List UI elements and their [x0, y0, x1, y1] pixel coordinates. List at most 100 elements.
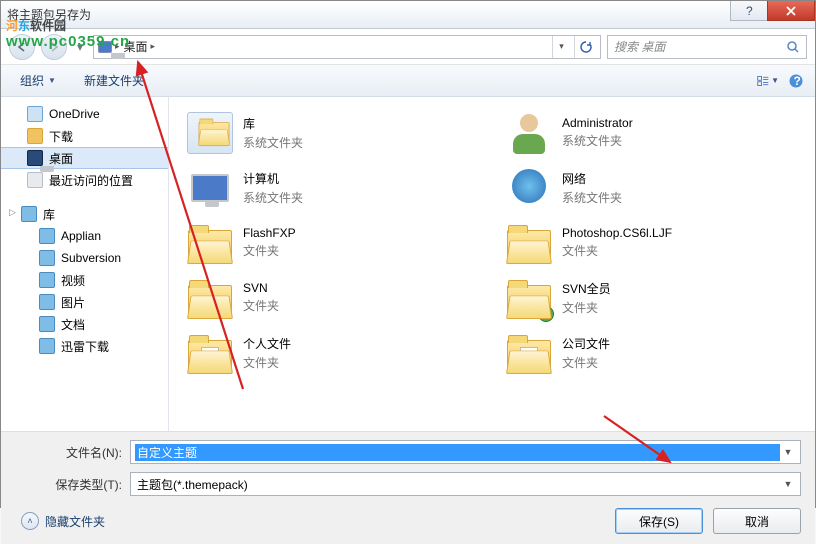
tree-desktop[interactable]: 桌面	[1, 147, 168, 169]
library-icon	[39, 228, 55, 244]
tree-pictures[interactable]: 图片	[1, 291, 168, 313]
desktop-icon	[27, 150, 43, 166]
library-icon	[39, 316, 55, 332]
tree-videos[interactable]: 视频	[1, 269, 168, 291]
filetype-select[interactable]: 主题包(*.themepack) ▼	[130, 472, 801, 496]
item-type: 系统文件夹	[243, 134, 303, 151]
window-buttons: ?	[731, 1, 815, 21]
folder-icon	[187, 277, 233, 319]
save-button[interactable]: 保存(S)	[615, 508, 703, 534]
tree-libraries[interactable]: 库	[1, 203, 168, 225]
item-name: 公司文件	[562, 335, 610, 352]
list-item[interactable]: SVN 文件夹	[183, 270, 482, 325]
tree-downloads[interactable]: 下载	[1, 125, 168, 147]
cancel-button[interactable]: 取消	[713, 508, 801, 534]
svg-text:?: ?	[746, 5, 753, 17]
item-name: 个人文件	[243, 335, 291, 352]
item-type: 系统文件夹	[562, 132, 633, 149]
address-root[interactable]: ▸	[98, 41, 120, 53]
folder-icon	[187, 332, 233, 374]
folder-icon	[187, 222, 233, 264]
item-name: FlashFXP	[243, 226, 296, 240]
list-item[interactable]: FlashFXP文件夹	[183, 215, 482, 270]
organize-button[interactable]: 组织▼	[9, 67, 67, 94]
recent-icon	[27, 172, 43, 188]
help-icon[interactable]: ?	[785, 70, 807, 92]
titlebar: 将主题包另存为 ?	[1, 1, 815, 29]
list-item[interactable]: 库系统文件夹	[183, 105, 482, 160]
chevron-up-icon: ˄	[21, 512, 39, 530]
user-icon	[506, 112, 552, 154]
cloud-icon	[27, 106, 43, 122]
list-item[interactable]: 网络系统文件夹	[502, 160, 801, 215]
toolbar: 组织▼ 新建文件夹 ▼ ?	[1, 65, 815, 97]
item-type: 文件夹	[243, 354, 291, 371]
view-mode-button[interactable]: ▼	[757, 70, 779, 92]
close-button[interactable]	[767, 1, 815, 21]
address-segment[interactable]: 桌面▸	[124, 38, 156, 55]
list-item[interactable]: 计算机系统文件夹	[183, 160, 482, 215]
tree-subversion[interactable]: Subversion	[1, 247, 168, 269]
library-icon	[187, 112, 233, 154]
tree-onedrive[interactable]: OneDrive	[1, 103, 168, 125]
new-folder-button[interactable]: 新建文件夹	[73, 67, 155, 94]
list-item[interactable]: 公司文件文件夹	[502, 325, 801, 380]
network-icon	[506, 167, 552, 209]
tree-xunlei[interactable]: 迅雷下载	[1, 335, 168, 357]
filename-input[interactable]: 自定义主题 ▼	[130, 440, 801, 464]
item-name: 网络	[562, 170, 622, 187]
item-type: 文件夹	[562, 299, 611, 316]
filetype-dropdown[interactable]: ▼	[780, 479, 796, 489]
library-icon	[39, 250, 55, 266]
file-list[interactable]: 库系统文件夹Administrator系统文件夹计算机系统文件夹网络系统文件夹F…	[169, 97, 815, 431]
library-icon	[39, 294, 55, 310]
list-item[interactable]: 个人文件文件夹	[183, 325, 482, 380]
filetype-value: 主题包(*.themepack)	[135, 476, 780, 493]
item-name: SVN	[243, 281, 279, 295]
item-name: 库	[243, 115, 303, 132]
svg-text:?: ?	[794, 74, 801, 88]
nav-tree[interactable]: OneDrive 下载 桌面 最近访问的位置 库 Applian Subvers…	[1, 97, 169, 431]
item-name: Administrator	[562, 116, 633, 130]
filetype-label: 保存类型(T):	[15, 476, 130, 493]
folder-icon	[506, 277, 552, 319]
tree-recent[interactable]: 最近访问的位置	[1, 169, 168, 191]
address-bar[interactable]: ▸ 桌面▸ ▾	[93, 35, 601, 59]
tree-documents[interactable]: 文档	[1, 313, 168, 335]
item-name: 计算机	[243, 170, 303, 187]
list-item[interactable]: Photoshop.CS6l.LJF 文件夹	[502, 215, 801, 270]
tree-applian[interactable]: Applian	[1, 225, 168, 247]
filename-label: 文件名(N):	[15, 444, 130, 461]
history-dropdown[interactable]: ▾	[73, 34, 87, 60]
refresh-button[interactable]	[574, 36, 596, 58]
library-icon	[39, 272, 55, 288]
search-icon	[786, 40, 800, 54]
bottom-bar: 文件名(N): 自定义主题 ▼ 保存类型(T): 主题包(*.themepack…	[1, 431, 815, 544]
item-type: 系统文件夹	[243, 189, 303, 206]
back-button[interactable]	[9, 34, 35, 60]
hide-folders-toggle[interactable]: ˄ 隐藏文件夹	[21, 512, 105, 530]
library-icon	[21, 206, 37, 222]
folder-icon	[27, 128, 43, 144]
nav-row: ▾ ▸ 桌面▸ ▾ 搜索 桌面	[1, 29, 815, 65]
address-dropdown[interactable]: ▾	[552, 36, 570, 58]
body: OneDrive 下载 桌面 最近访问的位置 库 Applian Subvers…	[1, 97, 815, 431]
list-item[interactable]: SVN全员文件夹	[502, 270, 801, 325]
list-item[interactable]: Administrator 系统文件夹	[502, 105, 801, 160]
item-type: 文件夹	[562, 242, 672, 259]
filename-value: 自定义主题	[135, 444, 780, 461]
help-button[interactable]: ?	[730, 1, 768, 21]
folder-icon	[506, 222, 552, 264]
save-dialog: 将主题包另存为 ? ▾ ▸ 桌面▸ ▾ 搜索 桌面 组织▼ 新建文件夹 ▼ ?	[0, 0, 816, 508]
library-icon	[39, 338, 55, 354]
item-type: 文件夹	[243, 297, 279, 314]
folder-icon	[506, 332, 552, 374]
window-title: 将主题包另存为	[7, 6, 91, 23]
computer-icon	[187, 167, 233, 209]
forward-button[interactable]	[41, 34, 67, 60]
filename-dropdown[interactable]: ▼	[780, 447, 796, 457]
search-placeholder: 搜索 桌面	[614, 38, 780, 55]
item-type: 文件夹	[562, 354, 610, 371]
item-name: Photoshop.CS6l.LJF	[562, 226, 672, 240]
search-box[interactable]: 搜索 桌面	[607, 35, 807, 59]
